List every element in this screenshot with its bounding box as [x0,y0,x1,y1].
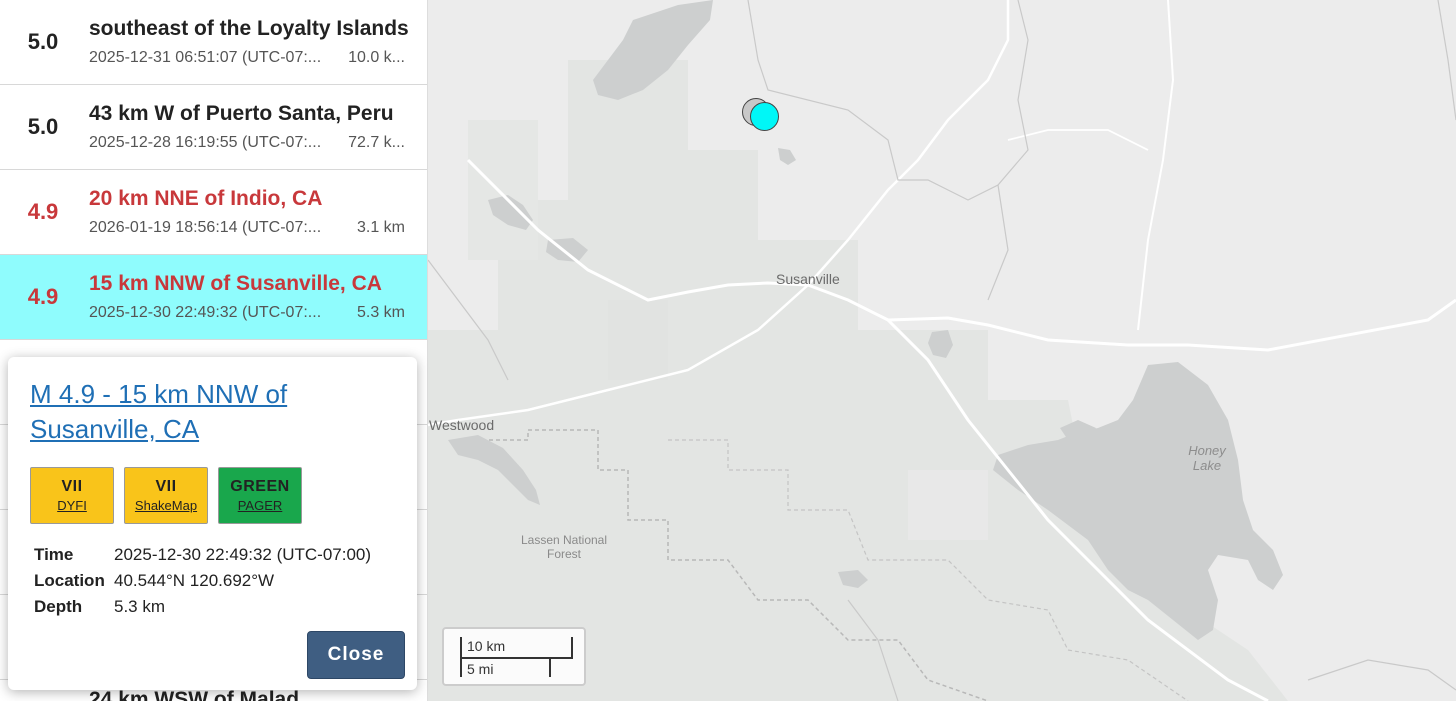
shakemap-value: VII [155,478,177,495]
map-label-honey-line1: Honey [1188,443,1226,458]
event-time: 2025-12-31 06:51:07 (UTC-07:... [89,49,322,66]
event-depth: 3.1 km [356,219,405,236]
pager-value: GREEN [230,478,290,495]
event-time: 2026-01-19 18:56:14 (UTC-07:... [89,219,322,236]
detail-key: Depth [34,597,83,616]
map-label-susanville: Susanville [776,271,840,287]
event-title: 20 km NNE of Indio, CA [89,187,323,210]
popup-title-link[interactable]: M 4.9 - 15 km NNW of Susanville, CA [30,377,400,447]
dyfi-label: DYFI [57,498,87,513]
pager-badge[interactable]: GREEN PAGER [218,467,302,524]
scale-mi-label: 5 mi [467,661,494,677]
detail-key: Time [34,545,74,564]
pager-label: PAGER [237,498,283,513]
event-row[interactable]: 4.9 20 km NNE of Indio, CA 2026-01-19 18… [0,170,427,255]
dyfi-value: VII [61,478,83,495]
scale-tick [571,637,573,659]
dyfi-badge[interactable]: VII DYFI [30,467,114,524]
detail-value: 5.3 km [114,597,166,616]
event-title: 15 km NNW of Susanville, CA [89,272,382,295]
event-time: 2025-12-30 22:49:32 (UTC-07:... [89,304,322,321]
basemap [428,0,1456,701]
event-popup: M 4.9 - 15 km NNW of Susanville, CA VII … [8,357,417,690]
event-depth: 5.3 km [356,304,405,321]
scale-km-label: 10 km [467,638,506,654]
map-label-lassen-line1: Lassen National [520,533,608,547]
map-label-honey-line2: Lake [1192,458,1222,473]
event-magnitude: 4.9 [27,284,59,309]
map-label-honey-lake: Honey Lake [1182,443,1232,473]
event-depth: 10.0 k... [348,49,405,66]
event-time: 2025-12-28 16:19:55 (UTC-07:... [89,134,322,151]
event-row[interactable]: 5.0 43 km W of Puerto Santa, Peru 2025-1… [0,85,427,170]
event-magnitude: 5.0 [27,29,59,54]
detail-value: 2025-12-30 22:49:32 (UTC-07:00) [114,545,372,564]
scale-tick [549,657,551,677]
scale-line [460,657,573,659]
map-label-lassen-line2: Forest [546,547,581,561]
map-label-westwood: Westwood [429,417,495,433]
event-row[interactable]: 5.0 southeast of the Loyalty Islands 202… [0,0,427,85]
event-title: 43 km W of Puerto Santa, Peru [89,102,394,125]
detail-key: Location [34,571,105,590]
event-magnitude: 4.9 [27,199,59,224]
event-magnitude: 5.0 [27,114,59,139]
event-depth: 72.7 k... [348,134,405,151]
shakemap-label: ShakeMap [134,498,198,513]
event-title: southeast of the Loyalty Islands [89,17,409,40]
map-label-lassen: Lassen National Forest [508,533,620,561]
shakemap-badge[interactable]: VII ShakeMap [124,467,208,524]
scale-tick [460,637,462,677]
close-button[interactable]: Close [307,631,405,679]
earthquake-marker-selected[interactable] [750,102,779,131]
event-row-selected[interactable]: 4.9 15 km NNW of Susanville, CA 2025-12-… [0,255,427,340]
map[interactable]: Susanville Westwood Lassen National Fore… [428,0,1456,701]
detail-value: 40.544°N 120.692°W [114,571,275,590]
scale-bar: 10 km 5 mi [442,627,586,686]
